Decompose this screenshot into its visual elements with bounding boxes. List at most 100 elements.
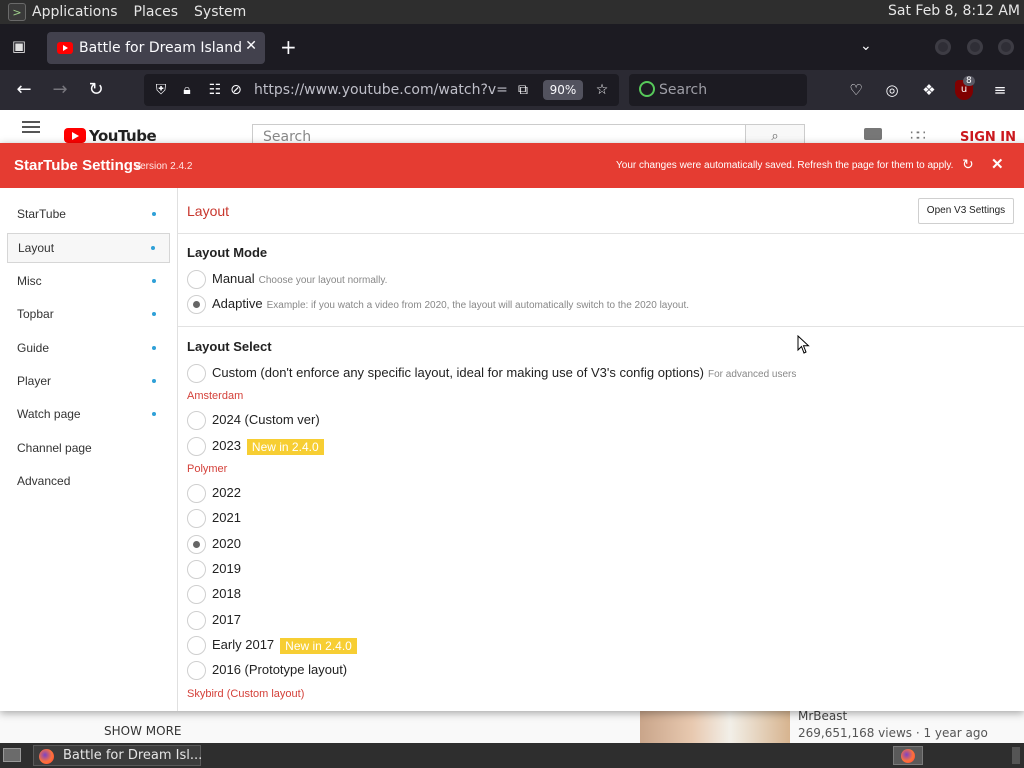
permissions-icon[interactable]: ☷ <box>206 81 224 99</box>
divider <box>178 326 1024 327</box>
sidebar-item-misc[interactable]: Misc <box>7 267 170 297</box>
search-placeholder: Search <box>659 82 708 98</box>
radio-button[interactable] <box>187 437 206 456</box>
chevron-down-icon[interactable]: ⌄ <box>860 38 872 54</box>
url-text[interactable]: https://www.youtube.com/watch?v=H_4 <box>254 82 509 98</box>
refresh-icon[interactable]: ↻ <box>962 156 974 173</box>
dialog-header: StarTube Settings Version 2.4.2 Your cha… <box>0 143 1024 188</box>
reload-icon[interactable]: ↻ <box>84 78 108 102</box>
sidebar-item-startube[interactable]: StarTube <box>7 200 170 230</box>
youtube-header: YouTube Search ⌕ ∷∷ SIGN IN <box>0 110 1024 150</box>
radio-button[interactable] <box>187 535 206 554</box>
radio-button[interactable] <box>187 295 206 314</box>
tab-list-icon[interactable]: ▣ <box>10 38 28 54</box>
firefox-icon <box>901 749 915 763</box>
radio-button[interactable] <box>187 509 206 528</box>
radio-button[interactable] <box>187 611 206 630</box>
new-badge: New in 2.4.0 <box>246 438 324 455</box>
places-menu[interactable]: Places <box>134 4 179 20</box>
sidebar-item-guide[interactable]: Guide <box>7 334 170 364</box>
youtube-favicon-icon <box>57 42 73 54</box>
forward-icon[interactable]: → <box>48 78 72 102</box>
show-desktop-icon[interactable] <box>3 748 21 762</box>
startube-settings-dialog: StarTube Settings Version 2.4.2 Your cha… <box>0 143 1024 711</box>
sidebar-item-watch-page[interactable]: Watch page <box>7 400 170 430</box>
tab-title: Battle for Dream Island - Se <box>79 40 249 56</box>
applications-menu[interactable]: Applications <box>32 4 118 20</box>
back-icon[interactable]: ← <box>12 78 36 102</box>
url-bar[interactable]: ⛨ 🔒︎ ☷ ⊘ https://www.youtube.com/watch?v… <box>144 74 619 106</box>
os-top-panel: > Applications Places System Sat Feb 8, … <box>0 0 1024 24</box>
nav-bar: ← → ↻ ⛨ 🔒︎ ☷ ⊘ https://www.youtube.com/w… <box>0 70 1024 110</box>
page-title: Layout <box>187 203 230 219</box>
indicator-dot-icon <box>152 312 156 316</box>
radio-button[interactable] <box>187 636 206 655</box>
close-window-button[interactable] <box>998 39 1014 55</box>
clock[interactable]: Sat Feb 8, 8:12 AM <box>888 3 1020 19</box>
minimize-button[interactable] <box>935 39 951 55</box>
terminal-icon[interactable]: > <box>8 3 26 21</box>
picture-in-picture-icon[interactable]: ⧉ <box>514 81 532 99</box>
radio-button[interactable] <box>187 484 206 503</box>
search-engine-icon <box>639 81 655 97</box>
ublock-badge: 8 <box>963 76 975 86</box>
indicator-dot-icon <box>152 412 156 416</box>
account-icon[interactable]: ◎ <box>880 78 904 102</box>
bookmark-star-icon[interactable]: ☆ <box>593 81 611 99</box>
zoom-level[interactable]: 90% <box>543 80 583 100</box>
video-thumbnail[interactable] <box>640 711 790 743</box>
sidebar-item-player[interactable]: Player <box>7 367 170 397</box>
extensions-icon[interactable]: ❖ <box>917 78 941 102</box>
guide-menu-icon[interactable] <box>22 126 40 128</box>
shield-icon[interactable]: ⛨ <box>152 81 170 99</box>
close-icon[interactable]: ✕ <box>991 155 1004 173</box>
firefox-icon <box>39 749 54 764</box>
group-label-amsterdam: Amsterdam <box>187 390 244 402</box>
workspace-switcher[interactable] <box>1012 747 1020 764</box>
sidebar-item-layout[interactable]: Layout <box>7 233 170 263</box>
maximize-button[interactable] <box>967 39 983 55</box>
hamburger-menu-icon[interactable]: ≡ <box>988 78 1012 102</box>
sidebar-item-advanced[interactable]: Advanced <box>7 467 170 497</box>
radio-button[interactable] <box>187 585 206 604</box>
close-tab-icon[interactable]: ✕ <box>245 38 257 54</box>
divider <box>178 233 1024 234</box>
group-label-polymer: Polymer <box>187 463 228 475</box>
workspace-firefox-icon[interactable] <box>893 746 923 765</box>
new-badge: New in 2.4.0 <box>280 637 357 654</box>
indicator-dot-icon <box>152 212 156 216</box>
tab-strip: ▣ Battle for Dream Island - Se ✕ + ⌄ <box>0 24 1024 70</box>
group-label-skybird: Skybird (Custom layout) <box>187 688 305 700</box>
new-tab-icon[interactable]: + <box>280 36 297 58</box>
open-v3-settings-button[interactable]: Open V3 Settings <box>918 198 1014 224</box>
settings-sidebar: StarTube Layout Misc Topbar Guide Player… <box>0 188 178 711</box>
settings-content: Layout Open V3 Settings Layout Mode Manu… <box>178 188 1024 711</box>
radio-button[interactable] <box>187 364 206 383</box>
indicator-dot-icon <box>152 279 156 283</box>
layout-select-title: Layout Select <box>187 339 272 354</box>
system-menu[interactable]: System <box>194 4 246 20</box>
upload-video-icon[interactable] <box>864 128 882 140</box>
radio-button[interactable] <box>187 661 206 680</box>
saved-notice: Your changes were automatically saved. R… <box>616 160 954 171</box>
search-bar[interactable]: Search <box>629 74 807 106</box>
indicator-dot-icon <box>151 246 155 250</box>
radio-button[interactable] <box>187 560 206 579</box>
lock-icon[interactable]: 🔒︎ <box>178 81 196 99</box>
radio-button[interactable] <box>187 270 206 289</box>
radio-button[interactable] <box>187 411 206 430</box>
show-more-button[interactable]: SHOW MORE <box>104 724 181 738</box>
indicator-dot-icon <box>152 346 156 350</box>
layout-mode-title: Layout Mode <box>187 245 268 260</box>
pocket-icon[interactable]: ♡ <box>844 78 868 102</box>
video-channel[interactable]: MrBeast <box>798 709 847 723</box>
autoplay-blocked-icon[interactable]: ⊘ <box>227 81 245 99</box>
sidebar-item-topbar[interactable]: Topbar <box>7 300 170 330</box>
browser-tab[interactable]: Battle for Dream Island - Se ✕ <box>47 32 265 64</box>
youtube-logo-icon[interactable] <box>64 128 86 143</box>
video-views: 269,651,168 views · 1 year ago <box>798 726 988 740</box>
sidebar-item-channel-page[interactable]: Channel page <box>7 434 170 464</box>
taskbar-firefox-window[interactable]: Battle for Dream Isl... <box>33 745 202 766</box>
apps-grid-icon[interactable]: ∷∷ <box>910 128 926 144</box>
os-taskbar: Battle for Dream Isl... <box>0 743 1024 768</box>
